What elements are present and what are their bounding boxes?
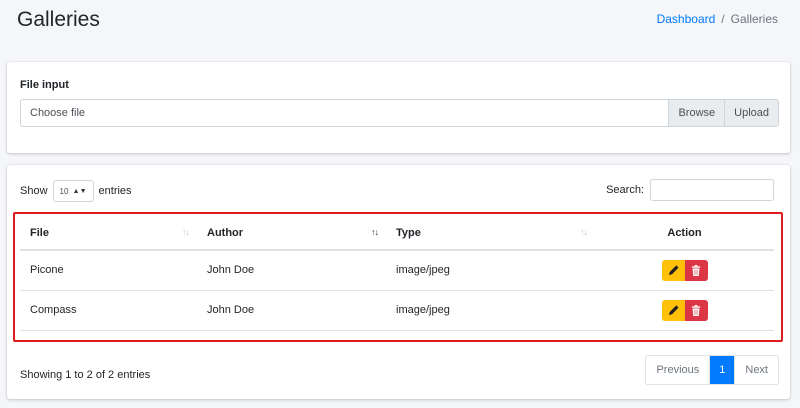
browse-button[interactable]: Browse [668, 100, 725, 126]
page-length-control: Show 10 ▲▼ entries [20, 180, 132, 202]
column-header-type[interactable]: Type ↑↓ [386, 216, 595, 251]
page-title: Galleries [17, 8, 100, 31]
page-length-value: 10 [59, 186, 69, 196]
entries-label: entries [98, 185, 132, 197]
cell-type: image/jpeg [386, 290, 595, 331]
cell-action [595, 250, 774, 291]
edit-button[interactable] [661, 259, 685, 281]
galleries-table: File ↑↓ Author ↑↓ Type ↑↓ Action Picone … [20, 216, 774, 331]
table-card: Show 10 ▲▼ entries Search: File ↑↓ Autho… [7, 165, 790, 399]
cell-type: image/jpeg [386, 250, 595, 291]
cell-action [595, 290, 774, 331]
show-label: Show [20, 185, 48, 197]
previous-page-button[interactable]: Previous [646, 356, 710, 384]
breadcrumb-separator: / [721, 12, 725, 26]
breadcrumb: Dashboard / Galleries [657, 12, 778, 26]
file-input-label: File input [20, 79, 69, 91]
sort-icon: ↑↓ [580, 227, 588, 237]
cell-file: Compass [20, 290, 197, 331]
pencil-icon [668, 265, 679, 275]
search-control: Search: [606, 179, 774, 201]
upload-card: File input Choose file Browse Upload [7, 62, 790, 153]
action-buttons [661, 259, 708, 281]
table-row: Picone John Doe image/jpeg [20, 250, 774, 291]
file-input-field[interactable]: Choose file [21, 100, 668, 126]
select-arrows-icon: ▲▼ [72, 187, 87, 195]
sort-descending-icon: ↑↓ [371, 227, 379, 237]
page-1-button[interactable]: 1 [709, 356, 735, 384]
next-page-button[interactable]: Next [734, 356, 778, 384]
table-header-row: File ↑↓ Author ↑↓ Type ↑↓ Action [20, 216, 774, 251]
cell-file: Picone [20, 250, 197, 291]
column-header-author[interactable]: Author ↑↓ [197, 216, 386, 251]
column-header-file[interactable]: File ↑↓ [20, 216, 197, 251]
cell-author: John Doe [197, 250, 386, 291]
column-header-action: Action [595, 216, 774, 251]
breadcrumb-current: Galleries [730, 12, 778, 26]
file-input-group: Choose file Browse Upload [20, 99, 779, 127]
pencil-icon [668, 304, 679, 315]
upload-button[interactable]: Upload [724, 100, 778, 126]
delete-button[interactable] [684, 259, 708, 281]
trash-icon [691, 304, 701, 316]
search-input[interactable] [650, 179, 774, 201]
table-info: Showing 1 to 2 of 2 entries [20, 369, 151, 381]
table-row: Compass John Doe image/jpeg [20, 290, 774, 331]
delete-button[interactable] [684, 299, 708, 321]
breadcrumb-dashboard-link[interactable]: Dashboard [657, 12, 716, 26]
cell-author: John Doe [197, 290, 386, 331]
sort-icon: ↑↓ [182, 227, 190, 237]
pagination: Previous 1 Next [645, 355, 779, 385]
action-buttons [661, 299, 708, 321]
trash-icon [691, 264, 701, 276]
edit-button[interactable] [661, 299, 685, 321]
table-highlight: File ↑↓ Author ↑↓ Type ↑↓ Action Picone … [13, 212, 783, 342]
page-length-select[interactable]: 10 ▲▼ [52, 180, 94, 202]
search-label: Search: [606, 184, 644, 196]
